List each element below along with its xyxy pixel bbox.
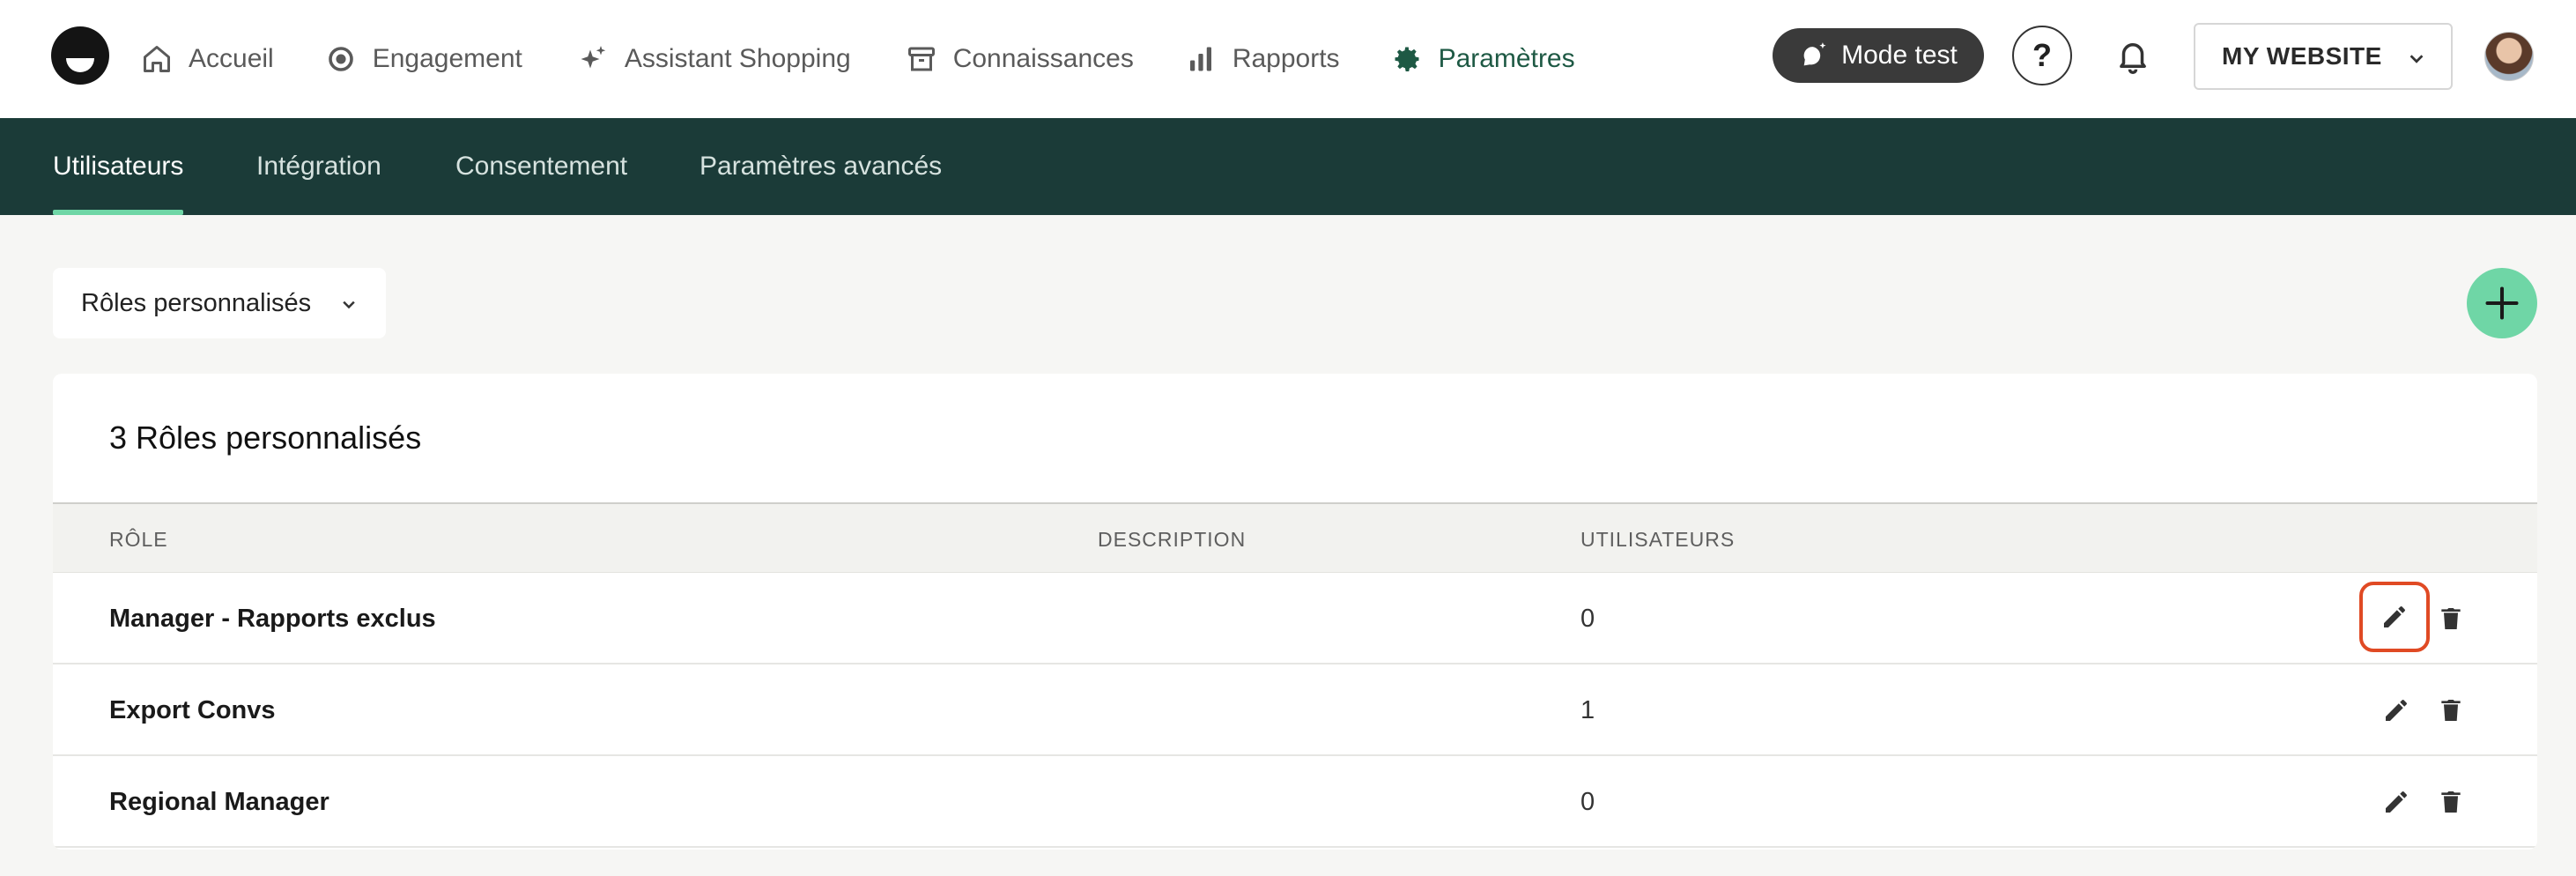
delete-role-button[interactable] — [2432, 783, 2470, 821]
pencil-icon — [2384, 606, 2405, 627]
top-navbar: Accueil Engagement Assistant Shopping Co… — [0, 0, 2576, 118]
website-select[interactable]: MY WEBSITE — [2194, 23, 2453, 90]
nav-item-connaissances[interactable]: Connaissances — [906, 0, 1134, 118]
trash-icon — [2441, 700, 2461, 721]
role-name: Regional Manager — [109, 787, 329, 816]
tab-utilisateurs[interactable]: Utilisateurs — [53, 118, 184, 215]
column-header-users: UTILISATEURS — [1580, 527, 1736, 551]
role-name: Manager - Rapports exclus — [109, 604, 436, 633]
mode-test-label: Mode test — [1841, 41, 1958, 70]
archive-icon — [907, 47, 935, 71]
nav-item-rapports[interactable]: Rapports — [1185, 0, 1340, 118]
nav-item-assistant-shopping[interactable]: Assistant Shopping — [577, 0, 851, 118]
avatar[interactable] — [2484, 32, 2534, 81]
table-header: RÔLE DESCRIPTION UTILISATEURS — [53, 502, 2537, 573]
nav-item-parametres[interactable]: Paramètres — [1391, 0, 1575, 118]
home-icon — [144, 46, 170, 72]
chevron-down-icon — [343, 301, 355, 309]
nav-item-label: Rapports — [1232, 44, 1340, 73]
edit-role-button[interactable] — [2377, 691, 2416, 730]
role-type-value: Rôles personnalisés — [81, 288, 312, 317]
role-name: Export Convs — [109, 695, 276, 724]
role-users-count: 0 — [1580, 787, 1595, 816]
sparkle-icon — [581, 46, 606, 69]
bell-icon[interactable] — [2114, 37, 2151, 74]
role-users-count: 1 — [1580, 695, 1595, 724]
column-header-description: DESCRIPTION — [1098, 527, 1247, 551]
chevron-down-icon — [2409, 55, 2424, 63]
roles-table-title: 3 Rôles personnalisés — [109, 419, 422, 456]
delete-role-button[interactable] — [2432, 691, 2470, 730]
logo-icon[interactable] — [51, 26, 109, 85]
roles-card: 3 Rôles personnalisés RÔLE DESCRIPTION U… — [53, 374, 2537, 850]
trash-icon — [2441, 608, 2461, 629]
tab-consentement[interactable]: Consentement — [455, 118, 627, 215]
pencil-icon — [2386, 700, 2407, 721]
gear-icon — [1395, 47, 1419, 71]
main-nav: Accueil Engagement Assistant Shopping Co… — [141, 0, 1628, 118]
add-role-button[interactable] — [2467, 268, 2537, 338]
bar-chart-icon — [1189, 47, 1211, 71]
chat-sparkle-icon — [1803, 42, 1826, 66]
help-button[interactable]: ? — [2012, 26, 2072, 85]
plus-icon — [2485, 286, 2519, 320]
pencil-icon — [2386, 791, 2407, 813]
nav-item-accueil[interactable]: Accueil — [141, 0, 274, 118]
website-select-value: MY WEBSITE — [2222, 42, 2382, 70]
settings-subnav: Utilisateurs Intégration Consentement Pa… — [0, 118, 2576, 215]
tab-integration[interactable]: Intégration — [256, 118, 381, 215]
trash-icon — [2441, 791, 2461, 813]
help-icon: ? — [2032, 37, 2052, 73]
nav-item-engagement[interactable]: Engagement — [325, 0, 522, 118]
table-row[interactable]: Regional Manager 0 — [53, 756, 2537, 848]
nav-item-label: Assistant Shopping — [624, 44, 851, 73]
nav-item-label: Accueil — [189, 44, 274, 73]
delete-role-button[interactable] — [2432, 599, 2470, 638]
mode-test-button[interactable]: Mode test — [1773, 28, 1984, 83]
nav-item-label: Connaissances — [952, 44, 1134, 73]
role-type-dropdown[interactable]: Rôles personnalisés — [53, 268, 386, 338]
column-header-role: RÔLE — [109, 527, 168, 551]
nav-item-label: Engagement — [372, 44, 522, 73]
tab-parametres-avances[interactable]: Paramètres avancés — [700, 118, 942, 215]
table-row[interactable]: Manager - Rapports exclus 0 — [53, 573, 2537, 664]
table-row[interactable]: Export Convs 1 — [53, 664, 2537, 756]
role-users-count: 0 — [1580, 604, 1595, 633]
edit-role-button[interactable] — [2359, 582, 2430, 652]
nav-item-label: Paramètres — [1438, 44, 1575, 73]
target-icon — [328, 47, 353, 71]
edit-role-button[interactable] — [2377, 783, 2416, 821]
